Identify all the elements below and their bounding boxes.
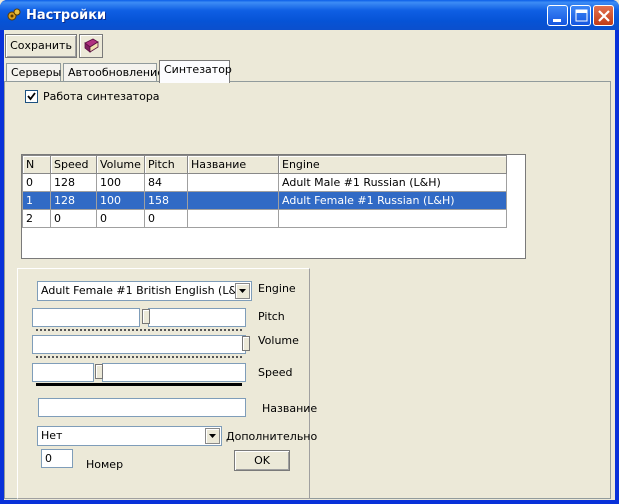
volume-slider-track[interactable]: [36, 356, 242, 359]
volume-box[interactable]: [32, 335, 246, 354]
tab-synthesizer[interactable]: Синтезатор: [159, 60, 232, 83]
cell-speed[interactable]: 128: [50, 191, 97, 210]
pitch-left-box[interactable]: [32, 308, 140, 327]
check-mark-icon: [27, 92, 36, 101]
ok-button[interactable]: OK: [234, 450, 290, 471]
speed-left-box[interactable]: [32, 363, 94, 382]
cell-name[interactable]: [187, 191, 279, 210]
col-volume[interactable]: Volume: [96, 155, 145, 174]
name-input[interactable]: [38, 398, 246, 417]
volume-label: Volume: [258, 334, 299, 347]
grid-header-row: N Speed Volume Pitch Название Engine: [22, 155, 507, 174]
settings-window: Настройки Сохранить Серверы Автообновлен…: [0, 0, 619, 504]
tab-strip: Серверы Автообновление Синтезатор: [4, 60, 615, 83]
col-engine[interactable]: Engine: [278, 155, 507, 174]
number-input-value: 0: [45, 452, 52, 465]
cell-speed[interactable]: 128: [50, 173, 97, 192]
voices-grid[interactable]: N Speed Volume Pitch Название Engine 0 1…: [21, 154, 526, 259]
cell-n[interactable]: 1: [22, 191, 51, 210]
pitch-right-box[interactable]: [148, 308, 246, 327]
pitch-label: Pitch: [258, 310, 285, 323]
app-icon: [6, 7, 22, 23]
cell-speed[interactable]: 0: [50, 209, 97, 228]
window-title: Настройки: [26, 8, 107, 23]
table-row-selected[interactable]: 1 128 100 158 Adult Female #1 Russian (L…: [22, 191, 507, 210]
cell-pitch[interactable]: 158: [144, 191, 188, 210]
pitch-slider-track[interactable]: [36, 329, 242, 332]
tab-servers[interactable]: Серверы: [6, 63, 61, 82]
table-row[interactable]: 0 128 100 84 Adult Male #1 Russian (L&H): [22, 173, 507, 192]
engine-combo-value: Adult Female #1 British English (L&H): [41, 284, 250, 297]
cell-volume[interactable]: 100: [96, 173, 145, 192]
title-bar[interactable]: Настройки: [0, 0, 619, 30]
cell-n[interactable]: 2: [22, 209, 51, 228]
extra-combo-value: Нет: [41, 429, 63, 442]
speed-label: Speed: [258, 366, 293, 379]
extra-dropdown-button[interactable]: [205, 428, 220, 444]
number-label: Номер: [86, 458, 124, 471]
engine-label: Engine: [258, 282, 296, 295]
col-speed[interactable]: Speed: [50, 155, 97, 174]
cell-name[interactable]: [187, 209, 279, 228]
extra-label: Дополнительно: [226, 430, 318, 443]
pitch-slider-thumb[interactable]: [142, 309, 150, 324]
toolbar: Сохранить: [4, 32, 615, 58]
cell-engine[interactable]: [278, 209, 507, 228]
engine-combo[interactable]: Adult Female #1 British English (L&H): [37, 281, 252, 301]
volume-slider-thumb[interactable]: [242, 336, 250, 351]
tab-autoupdate[interactable]: Автообновление: [63, 63, 164, 82]
client-area: Сохранить Серверы Автообновление Синтеза…: [4, 30, 615, 500]
book-button[interactable]: [79, 34, 103, 58]
cell-volume[interactable]: 0: [96, 209, 145, 228]
col-name[interactable]: Название: [187, 155, 279, 174]
name-label: Название: [262, 402, 318, 415]
cell-pitch[interactable]: 84: [144, 173, 188, 192]
cell-n[interactable]: 0: [22, 173, 51, 192]
synthesizer-panel: Работа синтезатора N Speed Volume Pitch …: [4, 81, 611, 499]
cell-name[interactable]: [187, 173, 279, 192]
minimize-button[interactable]: [547, 5, 568, 26]
voices-table: N Speed Volume Pitch Название Engine 0 1…: [22, 155, 507, 228]
cell-engine[interactable]: Adult Female #1 Russian (L&H): [278, 191, 507, 210]
cell-volume[interactable]: 100: [96, 191, 145, 210]
close-button[interactable]: [593, 5, 614, 26]
synth-enabled-label: Работа синтезатора: [43, 90, 160, 103]
save-button[interactable]: Сохранить: [5, 34, 77, 58]
maximize-button[interactable]: [570, 5, 591, 26]
cell-pitch[interactable]: 0: [144, 209, 188, 228]
speed-slider-track[interactable]: [36, 383, 242, 386]
checkbox-box[interactable]: [25, 90, 38, 103]
chevron-down-icon: [209, 434, 216, 438]
speed-slider-thumb[interactable]: [95, 364, 103, 379]
chevron-down-icon: [239, 289, 246, 293]
cell-engine[interactable]: Adult Male #1 Russian (L&H): [278, 173, 507, 192]
voice-editor-panel: Adult Female #1 British English (L&H) En…: [17, 268, 317, 499]
table-row[interactable]: 2 0 0 0: [22, 209, 507, 228]
speed-right-box[interactable]: [102, 363, 246, 382]
book-icon: [84, 38, 99, 53]
col-pitch[interactable]: Pitch: [144, 155, 188, 174]
col-n[interactable]: N: [22, 155, 51, 174]
extra-combo[interactable]: Нет: [37, 426, 222, 446]
engine-dropdown-button[interactable]: [235, 283, 250, 299]
number-input[interactable]: 0: [41, 449, 73, 468]
